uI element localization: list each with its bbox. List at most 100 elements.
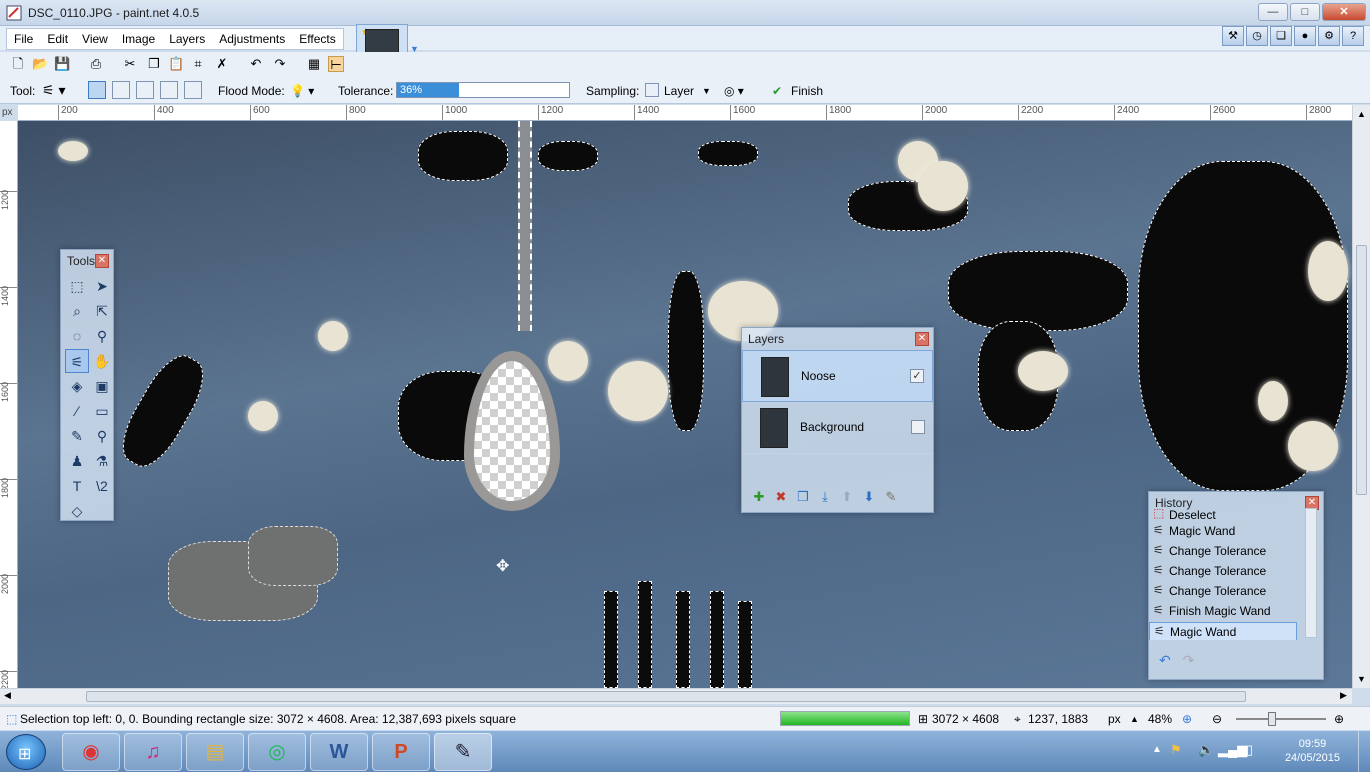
color-picker-icon[interactable]: ⚲ — [90, 424, 114, 448]
deselect-icon[interactable]: ✗ — [214, 56, 230, 72]
vertical-scroll-thumb[interactable] — [1356, 245, 1367, 495]
show-hidden-icons-icon[interactable]: ▲ — [1152, 744, 1162, 755]
selection-mode-union-icon[interactable] — [112, 81, 130, 99]
scroll-left-icon[interactable]: ◀ — [4, 690, 11, 701]
zoom-out-icon[interactable]: ⊖ — [1212, 712, 1222, 726]
history-item[interactable]: ⚟ Change Tolerance — [1149, 542, 1323, 562]
layer-visibility-checkbox[interactable] — [911, 420, 925, 434]
ellipse-select-icon[interactable]: ◌ — [65, 324, 89, 348]
scroll-up-icon[interactable]: ▲ — [1357, 109, 1366, 119]
history-item[interactable]: ⚟ Change Tolerance — [1149, 582, 1323, 602]
explorer-taskbar-icon[interactable]: ▤ — [186, 733, 244, 771]
move-selected-icon[interactable]: ➤ — [90, 274, 114, 298]
open-file-icon[interactable]: 📂 — [32, 56, 48, 72]
layer-properties-icon[interactable]: ✎ — [882, 488, 900, 506]
layer-row-background[interactable]: Background — [742, 402, 933, 454]
zoom-slider-track[interactable] — [1236, 718, 1326, 720]
history-item[interactable]: ⚟ Finish Magic Wand — [1149, 602, 1323, 622]
chrome-taskbar-icon[interactable]: ◉ — [62, 733, 120, 771]
layer-visibility-checkbox[interactable]: ✓ — [910, 369, 924, 383]
eraser-icon[interactable]: ▭ — [90, 399, 114, 423]
action-center-flag-icon[interactable]: ⚑ — [1170, 742, 1182, 758]
spotify-taskbar-icon[interactable]: ◎ — [248, 733, 306, 771]
magic-wand-tool-icon[interactable]: ⚟ ▾ — [42, 82, 65, 99]
horizontal-scroll-thumb[interactable] — [86, 691, 1246, 702]
layers-toggle-icon[interactable]: ❏ — [1270, 26, 1292, 46]
add-layer-icon[interactable]: ✚ — [750, 488, 768, 506]
flood-mode-dropdown-icon[interactable]: 💡 ▾ — [290, 84, 314, 98]
finish-button[interactable]: Finish — [791, 84, 823, 98]
pencil-icon[interactable]: ✎ — [65, 424, 89, 448]
text-icon[interactable]: T — [65, 474, 89, 498]
redo-icon[interactable]: ↷ — [272, 56, 288, 72]
tolerance-slider[interactable]: 36% — [396, 82, 570, 98]
minimize-button[interactable]: — — [1258, 3, 1288, 21]
recolor-icon[interactable]: ⚗ — [90, 449, 114, 473]
scroll-right-icon[interactable]: ▶ — [1340, 690, 1347, 701]
print-icon[interactable]: ⎙ — [88, 56, 104, 72]
paste-icon[interactable]: 📋 — [168, 56, 184, 72]
powerpoint-taskbar-icon[interactable]: P — [372, 733, 430, 771]
history-item[interactable]: ⬚ Deselect — [1149, 508, 1323, 522]
paint-bucket-icon[interactable]: ◈ — [65, 374, 89, 398]
units-selector[interactable]: px — [1108, 712, 1121, 726]
horizontal-scrollbar[interactable]: ◀ ▶ — [0, 688, 1352, 704]
move-layer-up-icon[interactable]: ⬆ — [838, 488, 856, 506]
pan-hand-icon[interactable]: ✋ — [90, 349, 114, 373]
selection-mode-intersect-icon[interactable] — [160, 81, 178, 99]
move-layer-down-icon[interactable]: ⬇ — [860, 488, 878, 506]
menu-view[interactable]: View — [75, 29, 115, 49]
delete-layer-icon[interactable]: ✖ — [772, 488, 790, 506]
settings-gear-icon[interactable]: ⚙ — [1318, 26, 1340, 46]
zoom-slider-knob[interactable] — [1268, 712, 1276, 726]
undo-icon[interactable]: ↶ — [248, 56, 264, 72]
help-icon[interactable]: ? — [1342, 26, 1364, 46]
tools-close-icon[interactable]: ✕ — [95, 254, 109, 268]
copy-icon[interactable]: ❐ — [146, 56, 162, 72]
shapes-icon[interactable]: ◇ — [65, 499, 89, 523]
network-signal-icon[interactable]: ▂▄▆ — [1218, 742, 1247, 758]
zoom-fit-icon[interactable]: ⊕ — [1182, 712, 1192, 726]
duplicate-layer-icon[interactable]: ❐ — [794, 488, 812, 506]
volume-icon[interactable]: 🔈 — [1198, 742, 1214, 758]
history-item-selected[interactable]: ⚟ Magic Wand — [1149, 622, 1297, 640]
undo-icon[interactable]: ↶ — [1159, 652, 1171, 668]
layer-row-noose[interactable]: Noose ✓ — [742, 350, 933, 402]
selection-mode-replace-icon[interactable] — [88, 81, 106, 99]
magic-wand-icon[interactable]: ⚟ — [65, 349, 89, 373]
start-button[interactable]: ⊞ — [6, 734, 46, 770]
rulers-icon[interactable]: ⊢ — [328, 56, 344, 72]
zoom-icon[interactable]: ⚲ — [90, 324, 114, 348]
selection-mode-invert-icon[interactable] — [184, 81, 202, 99]
save-icon[interactable]: 💾 — [54, 56, 70, 72]
sampling-chevron-down-icon[interactable]: ▼ — [702, 86, 711, 96]
menu-layers[interactable]: Layers — [162, 29, 212, 49]
history-toggle-icon[interactable]: ◷ — [1246, 26, 1268, 46]
rectangle-select-icon[interactable]: ⬚ — [65, 274, 89, 298]
finish-check-icon[interactable]: ✔ — [772, 84, 782, 98]
move-selection-icon[interactable]: ⇱ — [90, 299, 114, 323]
sampling-dropdown[interactable]: Layer — [664, 84, 694, 98]
maximize-button[interactable]: □ — [1290, 3, 1320, 21]
show-desktop-button[interactable] — [1358, 731, 1370, 772]
lasso-select-icon[interactable]: ⌕ — [65, 299, 89, 323]
menu-adjustments[interactable]: Adjustments — [212, 29, 292, 49]
crop-icon[interactable]: ⌗ — [190, 56, 206, 72]
paintnet-taskbar-icon[interactable]: ✎ — [434, 733, 492, 771]
itunes-taskbar-icon[interactable]: ♫ — [124, 733, 182, 771]
gradient-icon[interactable]: ▣ — [90, 374, 114, 398]
scroll-down-icon[interactable]: ▼ — [1357, 674, 1366, 684]
merge-down-icon[interactable]: ⤓ — [816, 488, 834, 506]
layers-close-icon[interactable]: ✕ — [915, 332, 929, 346]
word-taskbar-icon[interactable]: W — [310, 733, 368, 771]
vertical-scrollbar[interactable]: ▲ ▼ — [1352, 105, 1370, 688]
tools-toggle-icon[interactable]: ⚒ — [1222, 26, 1244, 46]
line-curve-icon[interactable]: \2 — [90, 474, 114, 498]
new-file-icon[interactable]: 🗋 — [10, 56, 26, 72]
device-icon[interactable]: ▯ — [1246, 742, 1253, 758]
cut-icon[interactable]: ✂ — [122, 56, 138, 72]
history-item[interactable]: ⚟ Change Tolerance — [1149, 562, 1323, 582]
taskbar-clock[interactable]: 09:59 24/05/2015 — [1285, 737, 1340, 765]
history-item[interactable]: ⚟ Magic Wand — [1149, 522, 1323, 542]
antialias-icon[interactable]: ◎ ▾ — [724, 84, 744, 98]
